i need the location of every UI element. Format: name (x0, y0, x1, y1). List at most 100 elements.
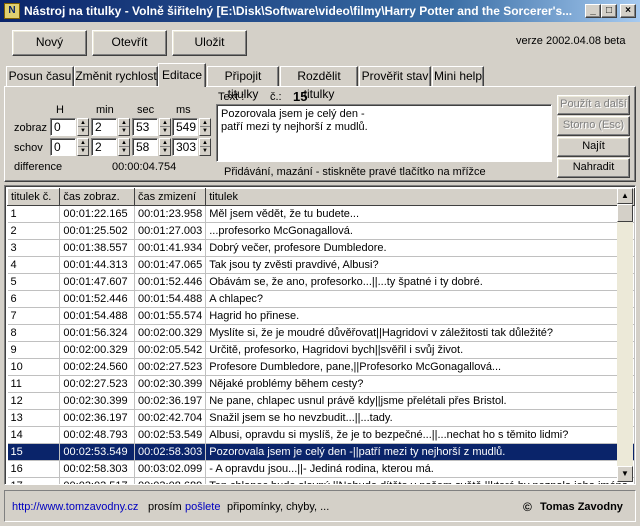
header-subtitle[interactable]: titulek (205, 188, 635, 206)
cell-number[interactable]: 3 (7, 239, 61, 257)
tab-posun-casu[interactable]: Posun času (6, 66, 74, 86)
cell-subtitle[interactable]: Ne pane, chlapec usnul právě kdy||jsme p… (205, 392, 635, 410)
cell-show-time[interactable]: 00:02:30.399 (59, 392, 135, 410)
cancel-button[interactable]: Storno (Esc) (557, 116, 630, 136)
table-row[interactable]: 1700:03:03.51700:03:08.689Ten chlapec bu… (7, 477, 635, 484)
replace-button[interactable]: Nahradit (557, 158, 630, 178)
cell-number[interactable]: 7 (7, 307, 61, 325)
cell-hide-time[interactable]: 00:01:23.958 (134, 205, 207, 223)
cell-subtitle[interactable]: Tak jsou ty zvěsti pravdivé, Albusi? (205, 256, 635, 274)
hide-hours-field[interactable]: 0 (50, 138, 76, 156)
tab-editace[interactable]: Editace (158, 63, 206, 87)
scroll-up-button[interactable]: ▲ (617, 188, 633, 204)
table-row[interactable]: 15 00:02:53.549 00:02:58.303 Pozorovala jse… (7, 443, 635, 461)
cell-hide-time[interactable]: 00:01:41.934 (134, 239, 207, 257)
find-button[interactable]: Najít (557, 137, 630, 157)
cell-hide-time[interactable]: 00:02:36.197 (134, 392, 207, 410)
cell-subtitle[interactable]: Dobrý večer, profesore Dumbledore. (205, 239, 635, 257)
cell-show-time[interactable]: 00:02:27.523 (59, 375, 135, 393)
table-row[interactable]: 2 00:01:25.502 00:01:27.003 ...profesorko M… (7, 222, 635, 240)
show-hours-spinner[interactable]: ▲ ▼ (77, 118, 89, 136)
cell-hide-time[interactable]: 00:02:30.399 (134, 375, 207, 393)
new-button[interactable]: Nový (12, 30, 87, 56)
cell-show-time[interactable]: 00:02:48.793 (59, 426, 135, 444)
tab-rozdelit-titulky[interactable]: Rozdělit titulky (280, 66, 358, 101)
tab-pripojit-titulky[interactable]: Připojit titulky (207, 66, 279, 101)
cell-hide-time[interactable]: 00:02:42.704 (134, 409, 207, 427)
cell-number[interactable]: 8 (7, 324, 61, 342)
cell-subtitle[interactable]: Pozorovala jsem je celý den -||patří mez… (205, 443, 635, 461)
cell-number[interactable]: 15 (7, 443, 61, 461)
cell-show-time[interactable]: 00:02:00.329 (59, 341, 135, 359)
apply-next-button[interactable]: Použít a další (557, 95, 630, 115)
table-row[interactable]: 10 00:02:24.560 00:02:27.523 Profesore Dumb… (7, 358, 635, 376)
show-minutes-spinner[interactable]: ▲ ▼ (118, 118, 130, 136)
cell-subtitle[interactable]: Ten chlapec bude slavný.||Nebude dítěte … (205, 477, 635, 484)
maximize-button[interactable]: □ (601, 4, 617, 18)
header-hide-time[interactable]: čas zmizení (133, 188, 207, 206)
cell-hide-time[interactable]: 00:02:53.549 (134, 426, 207, 444)
cell-number[interactable]: 14 (7, 426, 61, 444)
cell-show-time[interactable]: 00:01:52.446 (59, 290, 135, 308)
show-minutes-field[interactable]: 2 (91, 118, 117, 136)
cell-number[interactable]: 5 (7, 273, 61, 291)
cell-show-time[interactable]: 00:02:53.549 (59, 443, 135, 461)
cell-hide-time[interactable]: 00:01:47.065 (134, 256, 207, 274)
hide-minutes-field[interactable]: 2 (91, 138, 117, 156)
cell-hide-time[interactable]: 00:02:58.303 (134, 443, 207, 461)
cell-show-time[interactable]: 00:01:47.607 (59, 273, 135, 291)
table-row[interactable]: 14 00:02:48.793 00:02:53.549 Albusi, opravd… (7, 426, 635, 444)
table-row[interactable]: 3 00:01:38.557 00:01:41.934 Dobrý večer, pr… (7, 239, 635, 257)
cell-show-time[interactable]: 00:01:22.165 (59, 205, 135, 223)
show-seconds-spinner[interactable]: ▲ ▼ (159, 118, 171, 136)
show-seconds-field[interactable]: 53 (132, 118, 158, 136)
cell-number[interactable]: 6 (7, 290, 61, 308)
cell-number[interactable]: 4 (7, 256, 61, 274)
show-ms-spinner[interactable]: ▲ ▼ (199, 118, 211, 136)
cell-number[interactable]: 13 (7, 409, 61, 427)
scroll-down-button[interactable]: ▼ (617, 466, 633, 482)
website-link[interactable]: http://www.tomzavodny.cz (12, 501, 138, 513)
cell-hide-time[interactable]: 00:03:08.689 (134, 477, 207, 484)
cell-subtitle[interactable]: Obávám se, že ano, profesorko...||...ty … (205, 273, 635, 291)
hide-hours-spinner[interactable]: ▲ ▼ (77, 138, 89, 156)
cell-show-time[interactable]: 00:01:56.324 (59, 324, 135, 342)
scroll-thumb[interactable] (617, 204, 633, 222)
cell-hide-time[interactable]: 00:01:52.446 (134, 273, 207, 291)
table-row[interactable]: 6 00:01:52.446 00:01:54.488 A chlapec? (7, 290, 635, 308)
table-row[interactable]: 13 00:02:36.197 00:02:42.704 Snažil jsem se… (7, 409, 635, 427)
table-row[interactable]: 5 00:01:47.607 00:01:52.446 Obávám se, že a… (7, 273, 635, 291)
cell-subtitle[interactable]: Myslíte si, že je moudré důvěřovat||Hagr… (205, 324, 635, 342)
minimize-button[interactable]: _ (585, 4, 601, 18)
table-row[interactable]: 1 00:01:22.165 00:01:23.958 Měl jsem vědět,… (7, 205, 635, 223)
cell-subtitle[interactable]: Snažil jsem se ho nevzbudit...||...tady. (205, 409, 635, 427)
hide-ms-spinner[interactable]: ▲ ▼ (199, 138, 211, 156)
cell-number[interactable]: 17 (7, 477, 61, 484)
cell-hide-time[interactable]: 00:03:02.099 (134, 460, 207, 478)
cell-number[interactable]: 12 (7, 392, 61, 410)
cell-number[interactable]: 2 (7, 222, 61, 240)
table-row[interactable]: 11 00:02:27.523 00:02:30.399 Nějaké problém… (7, 375, 635, 393)
cell-hide-time[interactable]: 00:01:54.488 (134, 290, 207, 308)
cell-subtitle[interactable]: ...profesorko McGonagallová. (205, 222, 635, 240)
cell-subtitle[interactable]: - A opravdu jsou...||- Jediná rodina, kt… (205, 460, 635, 478)
cell-show-time[interactable]: 00:02:58.303 (59, 460, 135, 478)
header-number[interactable]: titulek č. (6, 188, 61, 206)
subtitle-grid[interactable]: titulek č. čas zobraz. čas zmizení titul… (4, 185, 636, 485)
send-link[interactable]: pošlete (185, 501, 220, 513)
hide-seconds-spinner[interactable]: ▲ ▼ (159, 138, 171, 156)
show-hours-field[interactable]: 0 (50, 118, 76, 136)
subtitle-text-area[interactable]: Pozorovala jsem je celý den - patří mezi… (216, 104, 552, 162)
cell-hide-time[interactable]: 00:02:05.542 (134, 341, 207, 359)
cell-show-time[interactable]: 00:01:44.313 (59, 256, 135, 274)
cell-show-time[interactable]: 00:01:54.488 (59, 307, 135, 325)
cell-show-time[interactable]: 00:02:36.197 (59, 409, 135, 427)
grid-scrollbar[interactable]: ▲ ▼ (617, 188, 633, 482)
hide-minutes-spinner[interactable]: ▲ ▼ (118, 138, 130, 156)
cell-number[interactable]: 11 (7, 375, 61, 393)
tab-proverit-stav[interactable]: Prověřit stav (359, 66, 431, 86)
table-row[interactable]: 16 00:02:58.303 00:03:02.099- A opravdu js… (7, 460, 635, 478)
cell-subtitle[interactable]: Albusi, opravdu si myslíš, že je to bezp… (205, 426, 635, 444)
cell-number[interactable]: 16 (7, 460, 61, 478)
table-row[interactable]: 12 00:02:30.399 00:02:36.197 Ne pane, chlap… (7, 392, 635, 410)
